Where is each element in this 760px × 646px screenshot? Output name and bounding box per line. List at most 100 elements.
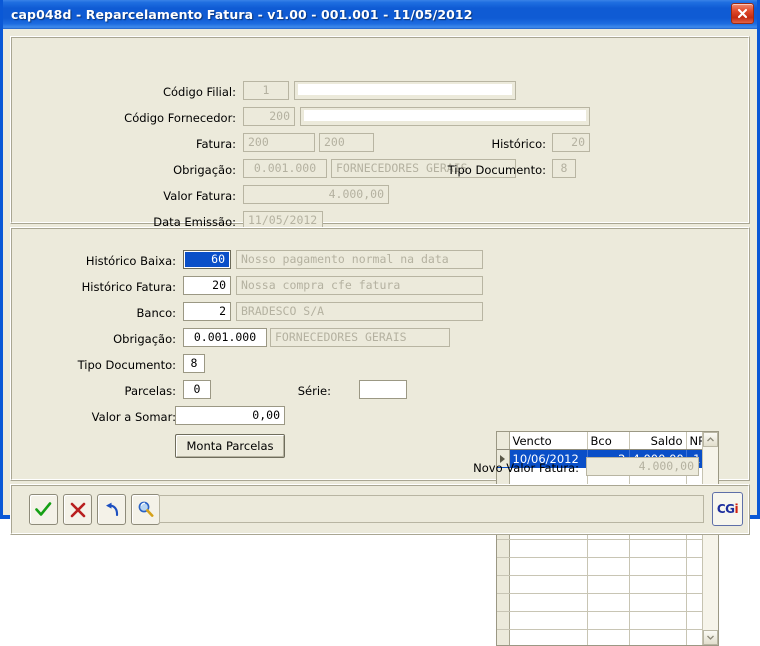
cell-saldo — [629, 575, 687, 594]
cell-np — [686, 593, 702, 612]
cell-vencto — [509, 575, 588, 594]
obrigacao-codigo-field[interactable]: 0.001.000 — [243, 159, 327, 178]
historico-baixa-desc-field[interactable]: Nosso pagamento normal na data — [236, 250, 483, 269]
obrigacao-descricao-field[interactable]: FORNECEDORES GERAIS — [270, 328, 450, 347]
novo-valor-fatura-field[interactable]: 4.000,00 — [586, 457, 699, 476]
table-header-row: Vencto Bco Saldo NP — [497, 432, 702, 450]
cell-np — [686, 629, 702, 645]
serie-field[interactable] — [359, 380, 407, 399]
parcelas-label: Parcelas: — [124, 384, 176, 398]
invoice-header-panel: Código Filial: 1 Código Fornecedor: 200 … — [10, 36, 750, 230]
table-row[interactable] — [497, 539, 702, 558]
filial-nome-field[interactable] — [294, 81, 516, 100]
codigo-fornecedor-field[interactable]: 200 — [243, 107, 295, 126]
table-row[interactable] — [497, 593, 702, 612]
scrollbar-track[interactable] — [703, 447, 718, 630]
cell-bco — [587, 593, 630, 612]
cell-saldo — [629, 629, 687, 645]
client-area: Código Filial: 1 Código Fornecedor: 200 … — [3, 29, 757, 646]
close-glyph — [737, 8, 748, 19]
column-header-saldo[interactable]: Saldo — [629, 432, 687, 450]
cell-vencto — [509, 629, 588, 645]
grid-vertical-scrollbar[interactable] — [702, 432, 718, 645]
parcelas-field[interactable]: 0 — [183, 380, 211, 399]
table-row[interactable] — [497, 557, 702, 576]
title-bar: cap048d - Reparcelamento Fatura - v1.00 … — [3, 0, 757, 29]
row-gutter — [497, 539, 510, 558]
tipo-documento-field[interactable]: 8 — [183, 354, 205, 373]
tipo-documento-label: Tipo Documento: — [447, 163, 546, 177]
cell-saldo — [629, 611, 687, 630]
codigo-fornecedor-label: Código Fornecedor: — [124, 111, 236, 125]
obrigacao-label: Obrigação: — [173, 163, 236, 177]
table-body: 10/06/2012 2 4.000,00 1 — [497, 449, 702, 645]
application-window: cap048d - Reparcelamento Fatura - v1.00 … — [0, 0, 760, 646]
x-icon — [70, 502, 85, 517]
cell-np — [686, 539, 702, 558]
historico-field[interactable]: 20 — [552, 133, 590, 152]
historico-fatura-field[interactable]: 20 — [183, 276, 231, 295]
fatura-label: Fatura: — [195, 137, 236, 151]
close-icon[interactable] — [731, 3, 754, 24]
valor-somar-field[interactable]: 0,00 — [175, 406, 285, 425]
obrigacao-codigo-field[interactable]: 0.001.000 — [183, 328, 267, 347]
monta-parcelas-button[interactable]: Monta Parcelas — [175, 434, 285, 458]
cell-bco — [587, 539, 630, 558]
gutter-header — [497, 432, 510, 450]
historico-baixa-value: 60 — [185, 252, 229, 267]
banco-desc-field[interactable]: BRADESCO S/A — [236, 302, 483, 321]
tipo-documento-label: Tipo Documento: — [77, 358, 176, 372]
action-toolbar-panel: CGi — [10, 484, 750, 535]
window-title: cap048d - Reparcelamento Fatura - v1.00 … — [11, 7, 473, 22]
cell-vencto — [509, 593, 588, 612]
chevron-down-icon[interactable] — [703, 630, 718, 645]
banco-field[interactable]: 2 — [183, 302, 231, 321]
check-icon — [35, 502, 52, 516]
cell-saldo — [629, 539, 687, 558]
valor-somar-label: Valor a Somar: — [91, 410, 176, 424]
cancel-button[interactable] — [63, 494, 92, 525]
cell-vencto — [509, 557, 588, 576]
cell-saldo — [629, 557, 687, 576]
column-header-bco[interactable]: Bco — [587, 432, 630, 450]
historico-fatura-desc-field[interactable]: Nossa compra cfe fatura — [236, 276, 483, 295]
confirm-button[interactable] — [29, 494, 58, 525]
cell-vencto — [509, 539, 588, 558]
undo-arrow-icon — [106, 502, 119, 516]
valor-fatura-field[interactable]: 4.000,00 — [243, 185, 389, 204]
historico-baixa-field[interactable]: 60 — [183, 250, 231, 269]
novo-valor-fatura-label: Novo Valor Fatura: — [473, 461, 579, 475]
column-header-vencto[interactable]: Vencto — [509, 432, 588, 450]
historico-label: Histórico: — [491, 137, 546, 151]
fatura-numero-field[interactable]: 200 — [243, 133, 315, 152]
cgi-logo-main: CG — [716, 502, 735, 516]
serie-label: Série: — [297, 384, 331, 398]
column-header-np[interactable]: NP — [686, 432, 702, 450]
cgi-logo-text: CGi — [716, 502, 739, 516]
table-row[interactable] — [497, 629, 702, 645]
installment-setup-panel: Histórico Baixa: 60 Nosso pagamento norm… — [10, 227, 750, 646]
undo-button[interactable] — [97, 494, 126, 525]
codigo-filial-field[interactable]: 1 — [243, 81, 289, 100]
cell-bco — [587, 629, 630, 645]
cgi-logo-button[interactable]: CGi — [712, 492, 743, 526]
row-gutter — [497, 575, 510, 594]
historico-baixa-label: Histórico Baixa: — [85, 254, 176, 268]
row-gutter — [497, 557, 510, 576]
row-gutter — [497, 593, 510, 612]
row-gutter — [497, 611, 510, 630]
table-row[interactable] — [497, 575, 702, 594]
cell-np — [686, 557, 702, 576]
filial-nome-text — [298, 84, 512, 95]
search-button[interactable] — [131, 494, 160, 525]
fatura-serie-field[interactable]: 200 — [319, 133, 374, 152]
table-row[interactable] — [497, 611, 702, 630]
cell-bco — [587, 611, 630, 630]
fornecedor-nome-field[interactable] — [300, 107, 590, 126]
chevron-up-icon[interactable] — [703, 432, 718, 447]
cell-bco — [587, 575, 630, 594]
codigo-filial-label: Código Filial: — [162, 85, 236, 99]
historico-fatura-label: Histórico Fatura: — [81, 280, 176, 294]
tipo-documento-field[interactable]: 8 — [552, 159, 576, 178]
banco-label: Banco: — [136, 306, 176, 320]
